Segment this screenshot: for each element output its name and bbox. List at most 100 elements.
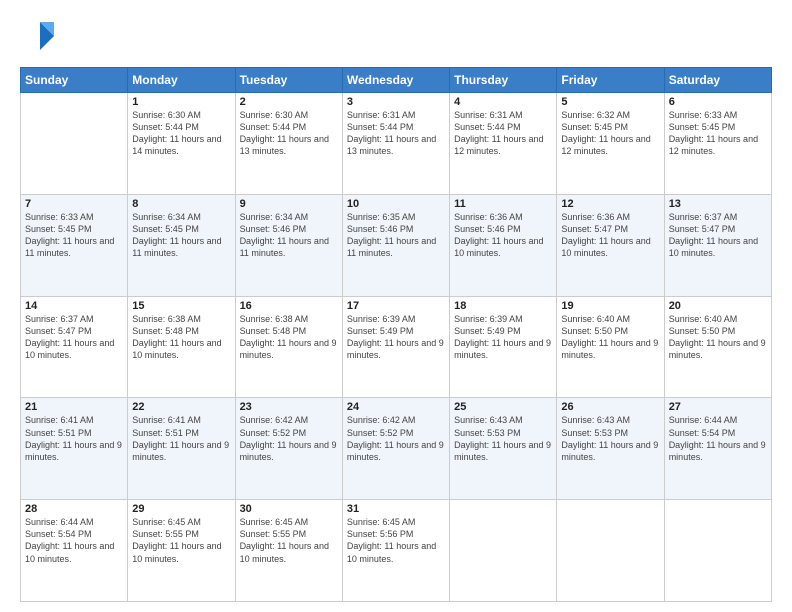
day-number: 26 xyxy=(561,401,659,413)
day-number: 13 xyxy=(669,198,767,210)
weekday-header-friday: Friday xyxy=(557,68,664,93)
day-number: 31 xyxy=(347,503,445,515)
day-number: 22 xyxy=(132,401,230,413)
day-info: Sunrise: 6:36 AMSunset: 5:46 PMDaylight:… xyxy=(454,211,552,260)
day-info: Sunrise: 6:30 AMSunset: 5:44 PMDaylight:… xyxy=(240,109,338,158)
calendar-cell xyxy=(557,500,664,602)
calendar-cell: 27Sunrise: 6:44 AMSunset: 5:54 PMDayligh… xyxy=(664,398,771,500)
calendar-cell xyxy=(664,500,771,602)
calendar-cell: 6Sunrise: 6:33 AMSunset: 5:45 PMDaylight… xyxy=(664,93,771,195)
day-number: 11 xyxy=(454,198,552,210)
logo-icon xyxy=(20,18,56,54)
calendar-cell: 29Sunrise: 6:45 AMSunset: 5:55 PMDayligh… xyxy=(128,500,235,602)
calendar-week-row: 28Sunrise: 6:44 AMSunset: 5:54 PMDayligh… xyxy=(21,500,772,602)
weekday-header-sunday: Sunday xyxy=(21,68,128,93)
weekday-header-monday: Monday xyxy=(128,68,235,93)
calendar-cell: 16Sunrise: 6:38 AMSunset: 5:48 PMDayligh… xyxy=(235,296,342,398)
calendar-week-row: 21Sunrise: 6:41 AMSunset: 5:51 PMDayligh… xyxy=(21,398,772,500)
day-info: Sunrise: 6:39 AMSunset: 5:49 PMDaylight:… xyxy=(454,313,552,362)
day-number: 25 xyxy=(454,401,552,413)
weekday-header-wednesday: Wednesday xyxy=(342,68,449,93)
day-number: 30 xyxy=(240,503,338,515)
day-number: 28 xyxy=(25,503,123,515)
day-info: Sunrise: 6:36 AMSunset: 5:47 PMDaylight:… xyxy=(561,211,659,260)
day-info: Sunrise: 6:43 AMSunset: 5:53 PMDaylight:… xyxy=(561,414,659,463)
day-number: 29 xyxy=(132,503,230,515)
day-info: Sunrise: 6:30 AMSunset: 5:44 PMDaylight:… xyxy=(132,109,230,158)
calendar-cell: 7Sunrise: 6:33 AMSunset: 5:45 PMDaylight… xyxy=(21,194,128,296)
day-info: Sunrise: 6:41 AMSunset: 5:51 PMDaylight:… xyxy=(25,414,123,463)
calendar-week-row: 1Sunrise: 6:30 AMSunset: 5:44 PMDaylight… xyxy=(21,93,772,195)
weekday-header-tuesday: Tuesday xyxy=(235,68,342,93)
day-info: Sunrise: 6:37 AMSunset: 5:47 PMDaylight:… xyxy=(25,313,123,362)
day-number: 1 xyxy=(132,96,230,108)
calendar-cell: 12Sunrise: 6:36 AMSunset: 5:47 PMDayligh… xyxy=(557,194,664,296)
calendar-cell: 20Sunrise: 6:40 AMSunset: 5:50 PMDayligh… xyxy=(664,296,771,398)
day-number: 15 xyxy=(132,300,230,312)
day-info: Sunrise: 6:34 AMSunset: 5:46 PMDaylight:… xyxy=(240,211,338,260)
day-number: 24 xyxy=(347,401,445,413)
calendar-cell: 14Sunrise: 6:37 AMSunset: 5:47 PMDayligh… xyxy=(21,296,128,398)
day-number: 12 xyxy=(561,198,659,210)
day-number: 8 xyxy=(132,198,230,210)
day-info: Sunrise: 6:45 AMSunset: 5:55 PMDaylight:… xyxy=(132,516,230,565)
day-number: 21 xyxy=(25,401,123,413)
day-number: 14 xyxy=(25,300,123,312)
day-info: Sunrise: 6:33 AMSunset: 5:45 PMDaylight:… xyxy=(669,109,767,158)
day-info: Sunrise: 6:35 AMSunset: 5:46 PMDaylight:… xyxy=(347,211,445,260)
calendar-cell: 28Sunrise: 6:44 AMSunset: 5:54 PMDayligh… xyxy=(21,500,128,602)
calendar-cell: 30Sunrise: 6:45 AMSunset: 5:55 PMDayligh… xyxy=(235,500,342,602)
calendar-cell: 25Sunrise: 6:43 AMSunset: 5:53 PMDayligh… xyxy=(450,398,557,500)
calendar-cell: 17Sunrise: 6:39 AMSunset: 5:49 PMDayligh… xyxy=(342,296,449,398)
day-number: 2 xyxy=(240,96,338,108)
calendar-week-row: 7Sunrise: 6:33 AMSunset: 5:45 PMDaylight… xyxy=(21,194,772,296)
day-info: Sunrise: 6:45 AMSunset: 5:56 PMDaylight:… xyxy=(347,516,445,565)
day-number: 18 xyxy=(454,300,552,312)
day-number: 20 xyxy=(669,300,767,312)
day-number: 6 xyxy=(669,96,767,108)
day-info: Sunrise: 6:42 AMSunset: 5:52 PMDaylight:… xyxy=(347,414,445,463)
calendar-cell: 23Sunrise: 6:42 AMSunset: 5:52 PMDayligh… xyxy=(235,398,342,500)
calendar-table: SundayMondayTuesdayWednesdayThursdayFrid… xyxy=(20,67,772,602)
calendar-cell: 8Sunrise: 6:34 AMSunset: 5:45 PMDaylight… xyxy=(128,194,235,296)
day-info: Sunrise: 6:45 AMSunset: 5:55 PMDaylight:… xyxy=(240,516,338,565)
weekday-header-saturday: Saturday xyxy=(664,68,771,93)
calendar-cell: 22Sunrise: 6:41 AMSunset: 5:51 PMDayligh… xyxy=(128,398,235,500)
day-info: Sunrise: 6:33 AMSunset: 5:45 PMDaylight:… xyxy=(25,211,123,260)
weekday-header-thursday: Thursday xyxy=(450,68,557,93)
day-number: 5 xyxy=(561,96,659,108)
day-info: Sunrise: 6:31 AMSunset: 5:44 PMDaylight:… xyxy=(347,109,445,158)
calendar-cell xyxy=(21,93,128,195)
calendar-cell: 11Sunrise: 6:36 AMSunset: 5:46 PMDayligh… xyxy=(450,194,557,296)
calendar-cell: 1Sunrise: 6:30 AMSunset: 5:44 PMDaylight… xyxy=(128,93,235,195)
day-info: Sunrise: 6:44 AMSunset: 5:54 PMDaylight:… xyxy=(25,516,123,565)
calendar-cell: 5Sunrise: 6:32 AMSunset: 5:45 PMDaylight… xyxy=(557,93,664,195)
day-info: Sunrise: 6:38 AMSunset: 5:48 PMDaylight:… xyxy=(240,313,338,362)
calendar-week-row: 14Sunrise: 6:37 AMSunset: 5:47 PMDayligh… xyxy=(21,296,772,398)
day-number: 16 xyxy=(240,300,338,312)
calendar-cell: 10Sunrise: 6:35 AMSunset: 5:46 PMDayligh… xyxy=(342,194,449,296)
calendar-cell: 3Sunrise: 6:31 AMSunset: 5:44 PMDaylight… xyxy=(342,93,449,195)
day-number: 10 xyxy=(347,198,445,210)
day-info: Sunrise: 6:43 AMSunset: 5:53 PMDaylight:… xyxy=(454,414,552,463)
calendar-cell: 15Sunrise: 6:38 AMSunset: 5:48 PMDayligh… xyxy=(128,296,235,398)
header xyxy=(20,18,772,59)
calendar-cell: 24Sunrise: 6:42 AMSunset: 5:52 PMDayligh… xyxy=(342,398,449,500)
day-info: Sunrise: 6:44 AMSunset: 5:54 PMDaylight:… xyxy=(669,414,767,463)
calendar-cell: 18Sunrise: 6:39 AMSunset: 5:49 PMDayligh… xyxy=(450,296,557,398)
day-info: Sunrise: 6:38 AMSunset: 5:48 PMDaylight:… xyxy=(132,313,230,362)
day-number: 23 xyxy=(240,401,338,413)
day-info: Sunrise: 6:37 AMSunset: 5:47 PMDaylight:… xyxy=(669,211,767,260)
calendar-cell: 2Sunrise: 6:30 AMSunset: 5:44 PMDaylight… xyxy=(235,93,342,195)
logo xyxy=(20,18,58,59)
day-number: 4 xyxy=(454,96,552,108)
calendar-cell: 26Sunrise: 6:43 AMSunset: 5:53 PMDayligh… xyxy=(557,398,664,500)
calendar-cell: 13Sunrise: 6:37 AMSunset: 5:47 PMDayligh… xyxy=(664,194,771,296)
day-info: Sunrise: 6:40 AMSunset: 5:50 PMDaylight:… xyxy=(669,313,767,362)
day-info: Sunrise: 6:34 AMSunset: 5:45 PMDaylight:… xyxy=(132,211,230,260)
page: SundayMondayTuesdayWednesdayThursdayFrid… xyxy=(0,0,792,612)
calendar-cell: 21Sunrise: 6:41 AMSunset: 5:51 PMDayligh… xyxy=(21,398,128,500)
weekday-header-row: SundayMondayTuesdayWednesdayThursdayFrid… xyxy=(21,68,772,93)
day-info: Sunrise: 6:39 AMSunset: 5:49 PMDaylight:… xyxy=(347,313,445,362)
calendar-cell: 19Sunrise: 6:40 AMSunset: 5:50 PMDayligh… xyxy=(557,296,664,398)
